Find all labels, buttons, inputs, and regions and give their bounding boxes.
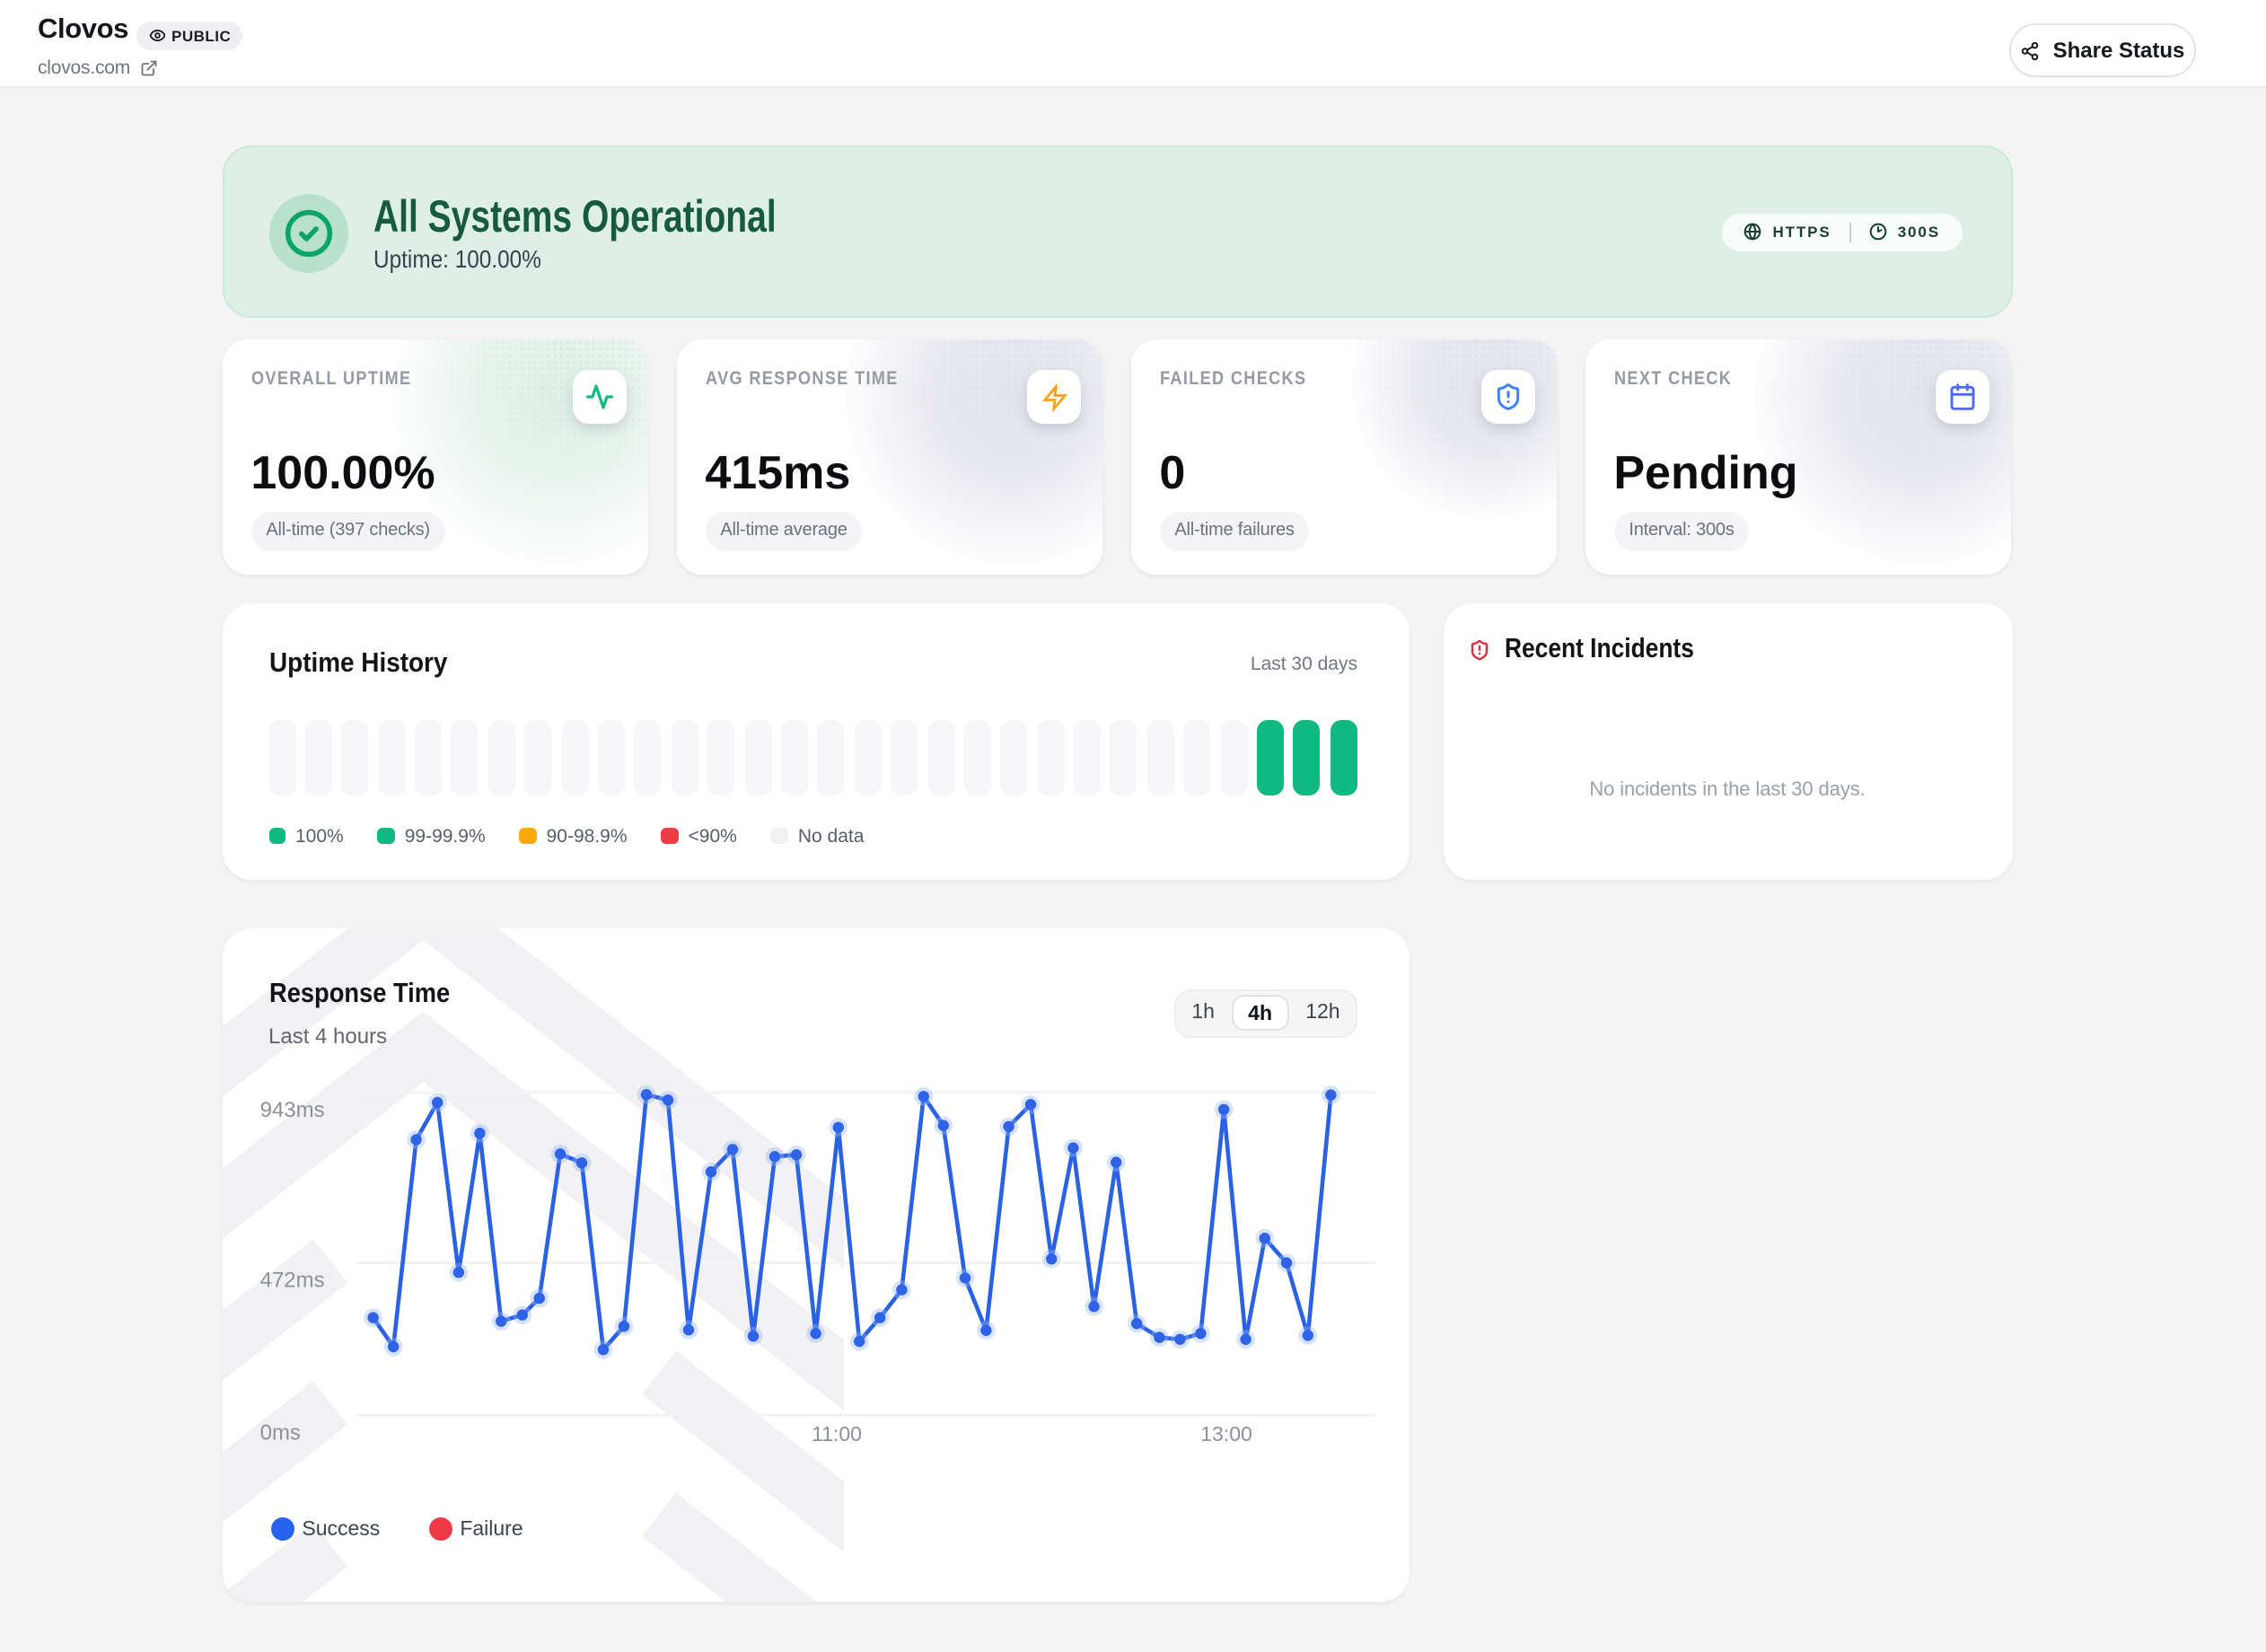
svg-text:0ms: 0ms [260,1421,301,1446]
svg-text:472ms: 472ms [260,1269,325,1293]
svg-text:13:00: 13:00 [1200,1423,1252,1446]
svg-text:11:00: 11:00 [812,1423,862,1446]
svg-text:943ms: 943ms [260,1099,325,1123]
